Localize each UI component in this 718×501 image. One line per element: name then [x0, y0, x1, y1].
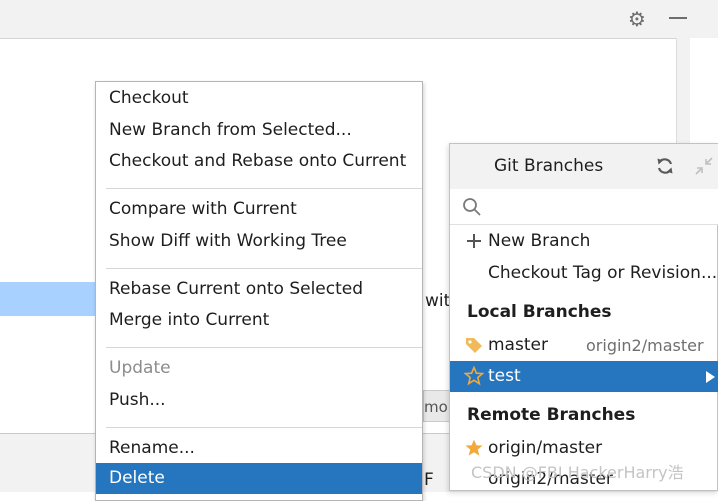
refresh-icon[interactable] — [655, 156, 675, 176]
menu-item-rename[interactable]: Rename... — [96, 433, 422, 464]
menu-separator — [106, 268, 422, 269]
new-branch-action[interactable]: New Branch — [450, 226, 718, 257]
collapse-icon[interactable] — [694, 156, 714, 176]
star-filled-icon — [465, 439, 483, 456]
branch-name: test — [488, 366, 521, 386]
tracking-branch: origin2/master — [586, 336, 704, 355]
selected-log-row[interactable] — [0, 282, 96, 316]
popup-title: Git Branches — [494, 156, 604, 176]
menu-separator — [106, 347, 422, 348]
remote-branches-heading: Remote Branches — [467, 405, 636, 425]
local-branches-heading: Local Branches — [467, 302, 612, 322]
git-branches-popup: Git Branches New Branch Checkout Tag or … — [449, 143, 718, 491]
menu-item-new-branch-from-selected[interactable]: New Branch from Selected... — [96, 115, 422, 146]
branch-context-menu: Checkout New Branch from Selected... Che… — [95, 81, 423, 501]
menu-item-show-diff[interactable]: Show Diff with Working Tree — [96, 226, 422, 257]
menu-item-delete[interactable]: Delete — [96, 463, 422, 494]
menu-item-push[interactable]: Push... — [96, 385, 422, 416]
menu-separator — [106, 188, 422, 189]
star-outline-icon — [464, 366, 484, 386]
menu-item-rebase-current[interactable]: Rebase Current onto Selected — [96, 274, 422, 305]
menu-item-checkout-rebase[interactable]: Checkout and Rebase onto Current — [96, 146, 422, 177]
menu-item-checkout[interactable]: Checkout — [96, 83, 422, 114]
toolbar: ⚙ — [0, 0, 718, 39]
plus-icon — [467, 234, 481, 248]
checkout-tag-label: Checkout Tag or Revision... — [488, 263, 718, 283]
menu-item-merge-into-current[interactable]: Merge into Current — [96, 305, 422, 336]
peek-text: wit — [425, 291, 451, 311]
popup-header: Git Branches — [450, 144, 718, 190]
minimize-icon[interactable] — [669, 17, 687, 19]
branch-item-test[interactable]: test — [450, 361, 718, 392]
branch-name: master — [488, 335, 548, 355]
peek-text: F — [424, 470, 434, 490]
checkout-tag-action[interactable]: Checkout Tag or Revision... — [450, 258, 718, 289]
watermark: CSDN @FBI HackerHarry浩 — [471, 463, 684, 482]
menu-separator — [106, 427, 422, 428]
branch-item-master[interactable]: master origin2/master — [450, 330, 718, 361]
tag-icon — [466, 338, 482, 353]
gear-icon[interactable]: ⚙ — [628, 7, 646, 31]
peek-text: mo — [424, 398, 448, 416]
menu-item-compare-with-current[interactable]: Compare with Current — [96, 194, 422, 225]
branch-search-field[interactable] — [450, 189, 718, 225]
new-branch-label: New Branch — [488, 231, 591, 251]
submenu-arrow-icon — [706, 371, 715, 383]
menu-item-update: Update — [109, 358, 171, 378]
search-icon — [463, 198, 481, 216]
